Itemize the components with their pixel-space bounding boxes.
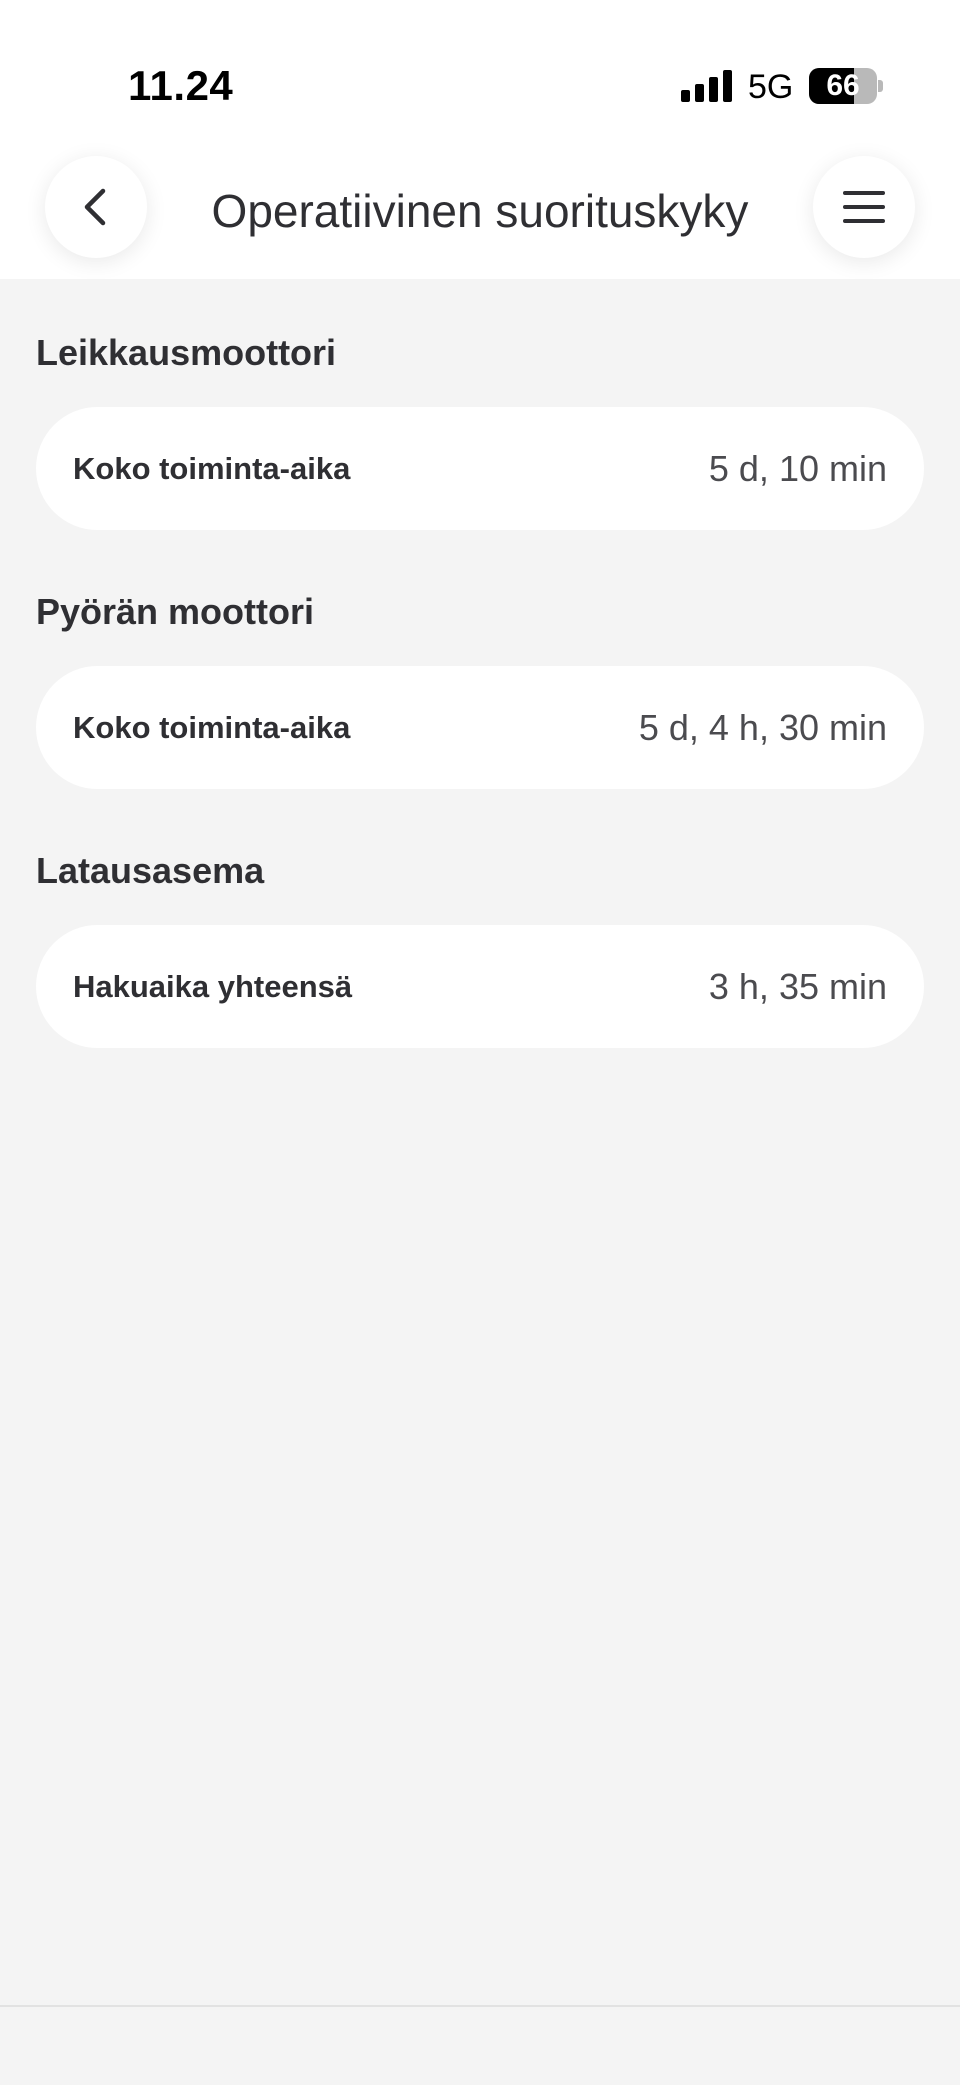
section-title: Latausasema [36,850,265,891]
stat-label: Koko toiminta-aika [73,710,351,745]
battery-cap [878,80,883,92]
battery-percentage: 66 [826,69,860,102]
chevron-left-icon [84,188,106,226]
section-cutting-motor: Leikkausmoottori Koko toiminta-aika 5 d,… [36,331,924,530]
back-button[interactable] [45,156,147,258]
battery-icon: 66 [809,68,877,104]
section-title: Leikkausmoottori [36,332,337,373]
app-header: Operatiivinen suorituskyky [0,140,960,279]
stat-label: Hakuaika yhteensä [73,969,353,1004]
stat-label: Koko toiminta-aika [73,451,351,486]
stat-row: Koko toiminta-aika 5 d, 4 h, 30 min [36,666,924,789]
section-charging-station: Latausasema Hakuaika yhteensä 3 h, 35 mi… [36,849,924,1048]
stat-value: 5 d, 4 h, 30 min [638,707,887,748]
cellular-signal-icon [681,70,733,102]
stat-row: Koko toiminta-aika 5 d, 10 min [36,407,924,530]
section-wheel-motor: Pyörän moottori Koko toiminta-aika 5 d, … [36,590,924,789]
stat-value: 5 d, 10 min [708,448,887,489]
bottom-divider [0,2005,960,2007]
section-title: Pyörän moottori [36,591,315,632]
hamburger-menu-icon [843,191,885,223]
page-title: Operatiivinen suorituskyky [211,185,749,237]
menu-button[interactable] [813,156,915,258]
stat-row: Hakuaika yhteensä 3 h, 35 min [36,925,924,1048]
status-bar: 11.24 5G 66 [0,0,960,140]
performance-content: Leikkausmoottori Koko toiminta-aika 5 d,… [36,279,924,1048]
network-type: 5G [748,68,794,106]
stat-value: 3 h, 35 min [708,966,887,1007]
status-time: 11.24 [128,62,234,109]
